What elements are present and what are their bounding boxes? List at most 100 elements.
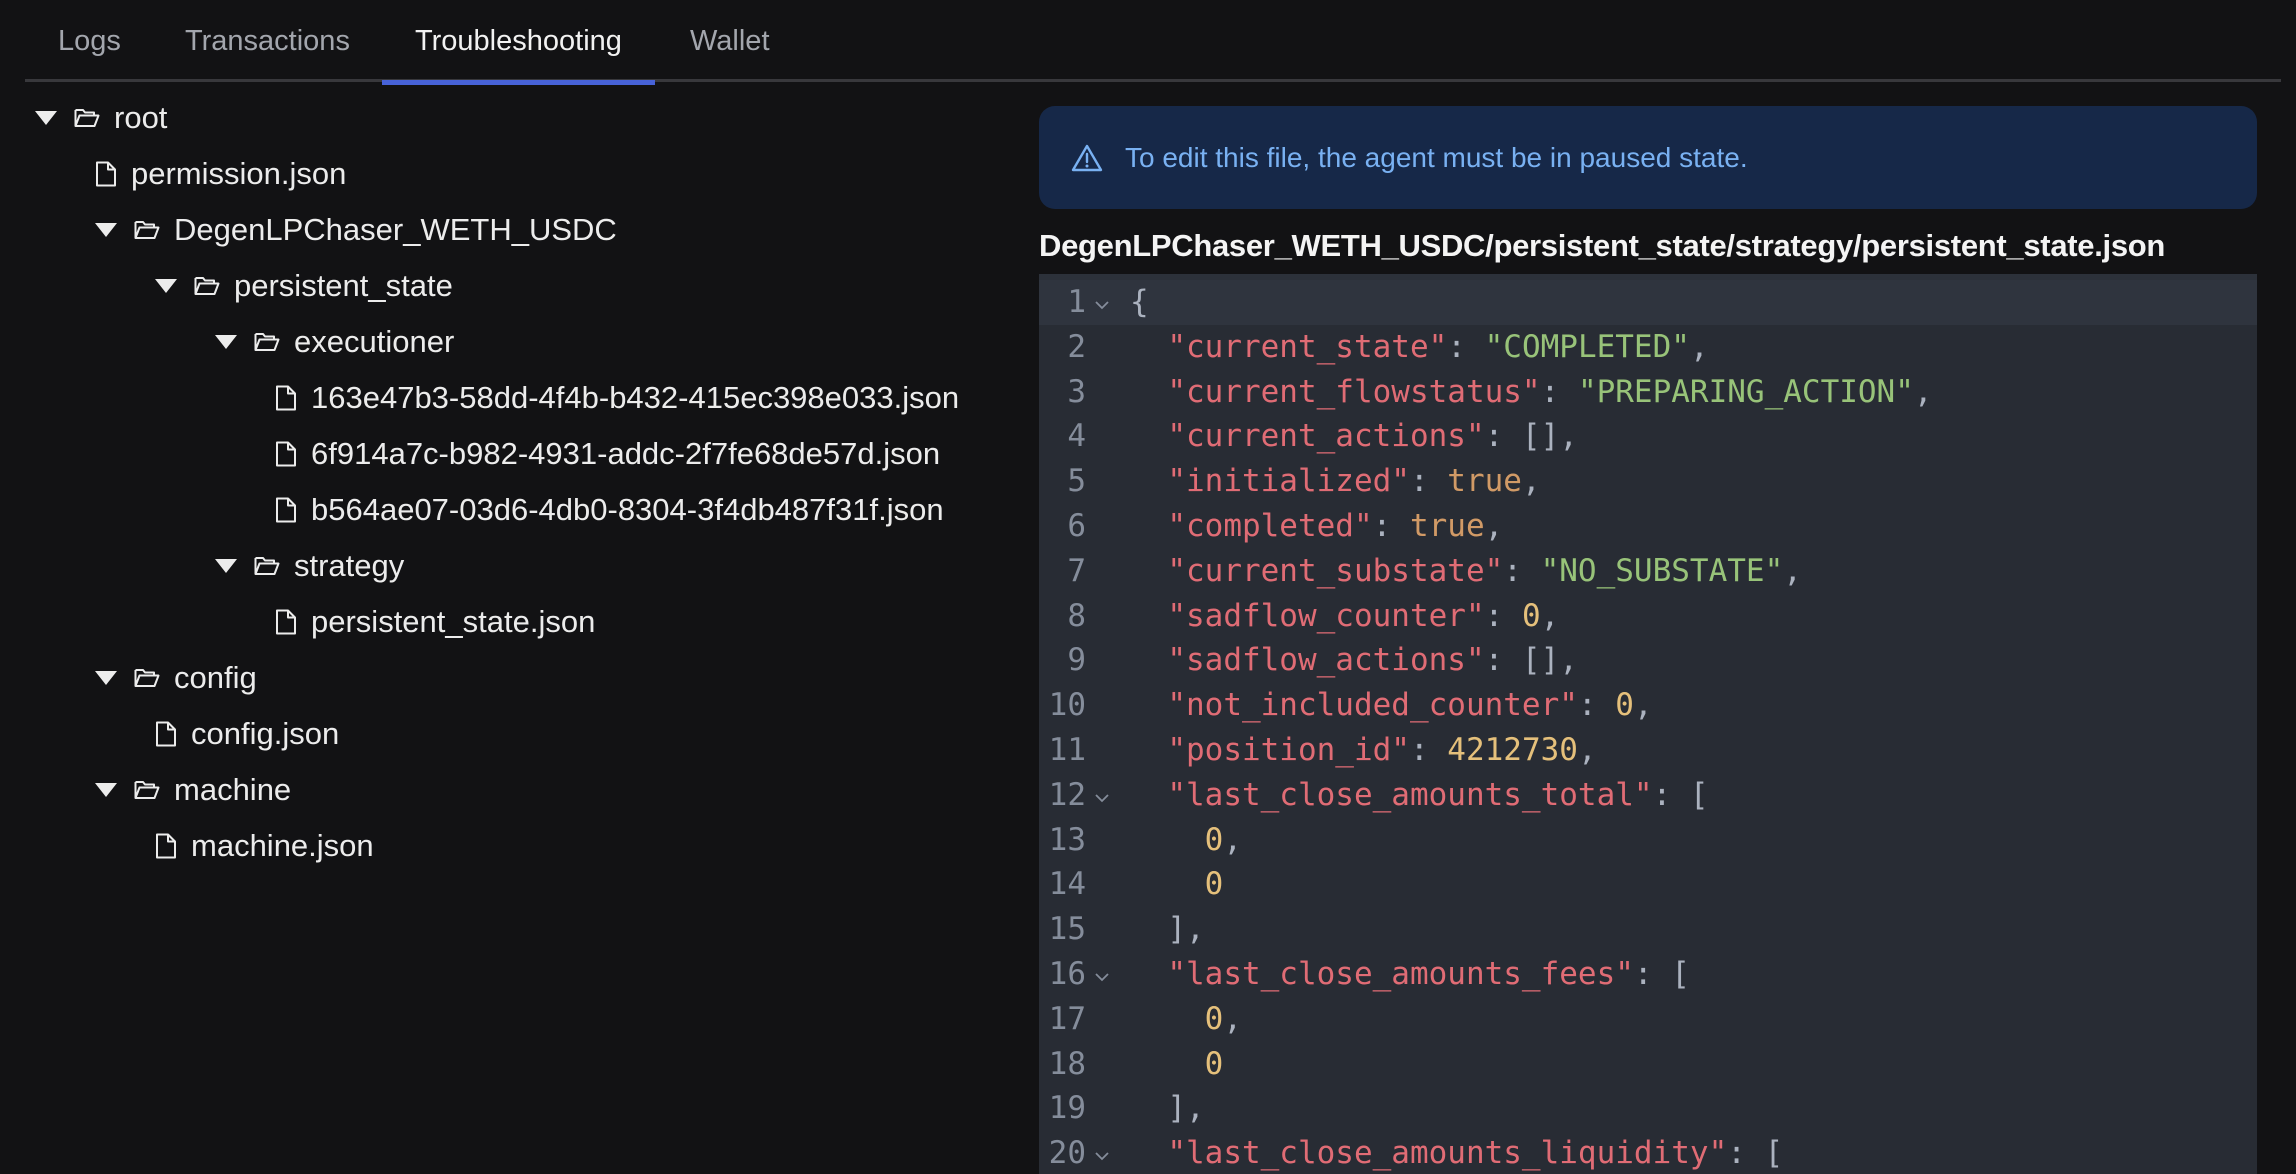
line-number: 15 <box>1048 911 1086 948</box>
code-text: "sadflow_actions": [], <box>1130 638 1578 683</box>
tree-item-label: 6f914a7c-b982-4931-addc-2f7fe68de57d.jso… <box>311 436 941 471</box>
line-number: 13 <box>1048 821 1086 858</box>
code-line[interactable]: 5 "initialized": true, <box>1039 459 2257 504</box>
code-line[interactable]: 1{ <box>1039 280 2257 325</box>
tab-active-indicator <box>382 80 655 85</box>
code-line[interactable]: 6 "completed": true, <box>1039 504 2257 549</box>
tree-folder[interactable]: DegenLPChaser_WETH_USDC <box>95 202 617 258</box>
code-text: 0 <box>1130 1042 1224 1087</box>
fold-chevron-icon[interactable] <box>1094 282 1116 310</box>
tree-folder[interactable]: strategy <box>215 538 404 594</box>
file-path-title: DegenLPChaser_WETH_USDC/persistent_state… <box>1039 228 2166 263</box>
tree-item-label: root <box>114 100 168 135</box>
line-number: 12 <box>1048 776 1086 813</box>
tree-folder[interactable]: persistent_state <box>155 258 453 314</box>
tree-item-label: 163e47b3-58dd-4f4b-b432-415ec398e033.jso… <box>311 380 960 415</box>
code-line[interactable]: 19 ], <box>1039 1086 2257 1131</box>
json-punctuation <box>1130 553 1167 589</box>
code-line[interactable]: 11 "position_id": 4212730, <box>1039 728 2257 773</box>
expand-triangle-icon[interactable] <box>35 111 57 125</box>
line-number: 18 <box>1048 1045 1086 1082</box>
code-line[interactable]: 9 "sadflow_actions": [], <box>1039 638 2257 683</box>
tree-folder[interactable]: root <box>35 90 167 146</box>
json-punctuation: : <box>1409 463 1448 500</box>
json-punctuation <box>1130 1001 1205 1037</box>
json-key: "sadflow_actions" <box>1167 642 1485 679</box>
fold-chevron-icon[interactable] <box>1094 775 1116 803</box>
json-punctuation: { <box>1130 284 1149 320</box>
json-key: "current_flowstatus" <box>1167 373 1541 410</box>
expand-triangle-icon[interactable] <box>215 335 237 349</box>
code-line[interactable]: 8 "sadflow_counter": 0, <box>1039 594 2257 639</box>
expand-triangle-icon[interactable] <box>95 223 117 237</box>
code-text: 0 <box>1130 862 1224 907</box>
tab-logs[interactable]: Logs <box>25 0 154 82</box>
tree-file[interactable]: persistent_state.json <box>275 594 595 650</box>
json-boolean: true <box>1447 463 1522 500</box>
tab-transactions[interactable]: Transactions <box>152 0 383 82</box>
json-punctuation: : <box>1503 552 1541 589</box>
line-number: 20 <box>1048 1135 1086 1172</box>
code-text: "current_actions": [], <box>1130 414 1578 459</box>
code-line[interactable]: 18 0 <box>1039 1042 2257 1087</box>
tree-file[interactable]: 6f914a7c-b982-4931-addc-2f7fe68de57d.jso… <box>275 426 940 482</box>
json-punctuation: , <box>1223 1000 1242 1037</box>
json-punctuation <box>1130 642 1167 678</box>
code-line[interactable]: 16 "last_close_amounts_fees": [ <box>1039 952 2257 997</box>
json-number: 0 <box>1204 866 1224 903</box>
json-key: "position_id" <box>1167 732 1410 768</box>
tree-file[interactable]: config.json <box>155 706 339 762</box>
code-line[interactable]: 20 "last_close_amounts_liquidity": [ <box>1039 1131 2257 1174</box>
json-punctuation <box>1130 329 1167 365</box>
code-line[interactable]: 10 "not_included_counter": 0, <box>1039 683 2257 728</box>
json-number: 0 <box>1615 687 1634 724</box>
code-line[interactable]: 13 0, <box>1039 818 2257 863</box>
expand-triangle-icon[interactable] <box>95 671 117 685</box>
json-punctuation: , <box>1577 732 1597 768</box>
json-key: "last_close_amounts_total" <box>1167 776 1653 813</box>
code-text: "last_close_amounts_fees": [ <box>1130 952 1690 997</box>
code-line[interactable]: 14 0 <box>1039 862 2257 907</box>
tree-file[interactable]: permission.json <box>95 146 346 202</box>
line-number: 1 <box>1067 284 1086 320</box>
tree-item-label: b564ae07-03d6-4db0-8304-3f4db487f31f.jso… <box>311 492 944 527</box>
json-punctuation: : <box>1540 373 1578 410</box>
tab-bar: Logs Transactions Troubleshooting Wallet <box>25 0 2281 85</box>
code-line[interactable]: 2 "current_state": "COMPLETED", <box>1039 325 2257 370</box>
code-line[interactable]: 4 "current_actions": [], <box>1039 414 2257 459</box>
fold-chevron-icon[interactable] <box>1094 1133 1116 1161</box>
code-line[interactable]: 12 "last_close_amounts_total": [ <box>1039 773 2257 818</box>
tree-file[interactable]: machine.json <box>155 818 374 874</box>
code-line[interactable]: 3 "current_flowstatus": "PREPARING_ACTIO… <box>1039 370 2257 415</box>
code-line[interactable]: 7 "current_substate": "NO_SUBSTATE", <box>1039 549 2257 594</box>
tab-label: Transactions <box>185 25 350 57</box>
json-key: "current_substate" <box>1167 552 1504 589</box>
line-number: 5 <box>1067 463 1086 500</box>
json-string: "PREPARING_ACTION" <box>1577 373 1914 410</box>
json-punctuation <box>1130 418 1167 454</box>
banner-message: To edit this file, the agent must be in … <box>1125 141 1748 173</box>
tree-file[interactable]: 163e47b3-58dd-4f4b-b432-415ec398e033.jso… <box>275 370 959 426</box>
tree-folder[interactable]: machine <box>95 762 291 818</box>
expand-triangle-icon[interactable] <box>95 783 117 797</box>
json-punctuation <box>1130 508 1167 544</box>
tree-folder[interactable]: executioner <box>215 314 454 370</box>
fold-chevron-icon[interactable] <box>1094 954 1116 982</box>
line-number: 7 <box>1067 552 1086 589</box>
folder-open-icon <box>254 332 280 352</box>
tab-wallet[interactable]: Wallet <box>657 0 803 82</box>
code-text: "last_close_amounts_total": [ <box>1130 773 1708 818</box>
code-line[interactable]: 15 ], <box>1039 907 2257 952</box>
expand-triangle-icon[interactable] <box>155 279 177 293</box>
expand-triangle-icon[interactable] <box>215 559 237 573</box>
json-editor[interactable]: 1{2 "current_state": "COMPLETED", 3 "curr… <box>1039 274 2257 1174</box>
json-punctuation <box>1130 956 1167 992</box>
json-punctuation: ], <box>1130 1090 1205 1127</box>
folder-open-icon <box>134 668 160 688</box>
json-number: 4212730 <box>1447 732 1578 768</box>
tree-folder[interactable]: config <box>95 650 257 706</box>
json-punctuation: , <box>1783 552 1802 589</box>
tab-troubleshooting[interactable]: Troubleshooting <box>382 0 655 85</box>
code-line[interactable]: 17 0, <box>1039 997 2257 1042</box>
tree-file[interactable]: b564ae07-03d6-4db0-8304-3f4db487f31f.jso… <box>275 482 944 538</box>
